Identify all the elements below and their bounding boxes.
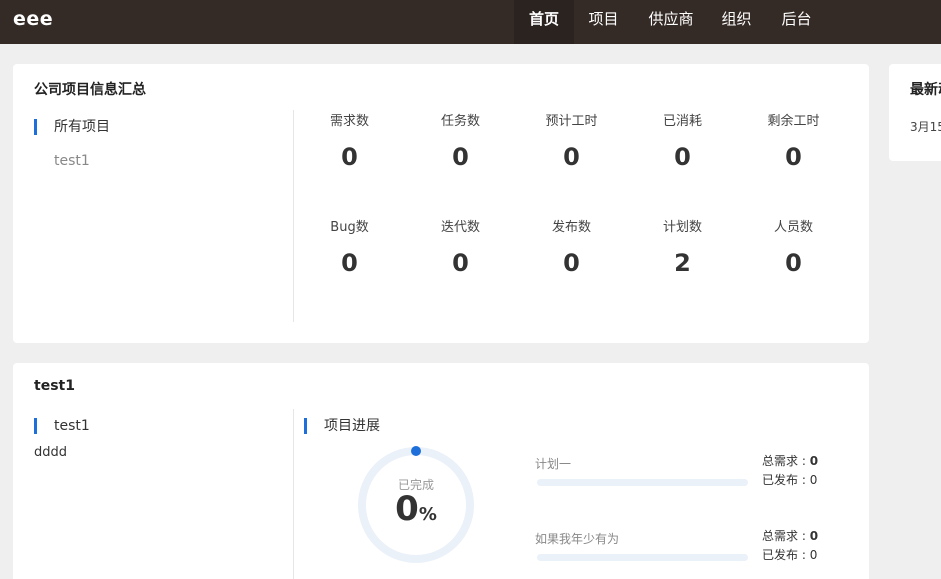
latest-activity-card: 最新动 3月15 <box>889 64 941 161</box>
project-card: test1 test1 dddd 项目进展 已完成 0% 计划一 总需求 : 0… <box>13 363 869 579</box>
stat-label: 需求数 <box>329 114 369 129</box>
stat-tasks: 任务数 0 <box>405 110 516 171</box>
stat-value: 2 <box>674 249 691 277</box>
stat-members: 人员数 0 <box>738 216 849 277</box>
stat-label: 已消耗 <box>662 114 702 129</box>
stat-value: 0 <box>809 548 818 562</box>
stat-label: 预计工时 <box>545 114 598 129</box>
plan-name[interactable]: 如果我年少有为 <box>535 530 619 547</box>
ring-progress-knob <box>411 446 421 456</box>
all-projects-heading: 所有项目 <box>34 119 110 135</box>
stat-value: 0 <box>809 529 819 543</box>
plan-released: 已发布 : 0 <box>762 546 817 563</box>
stat-value: 0 <box>674 143 691 171</box>
stat-value: 0 <box>563 143 580 171</box>
stat-label: 总需求 : <box>762 454 810 468</box>
progress-heading: 项目进展 <box>304 418 380 434</box>
plan-total-requirements: 总需求 : 0 <box>762 452 818 469</box>
stat-value: 0 <box>785 143 802 171</box>
stat-consumed: 已消耗 0 <box>627 110 738 171</box>
stat-label: Bug数 <box>330 220 369 235</box>
stat-value: 0 <box>341 143 358 171</box>
stat-plans: 计划数 2 <box>627 216 738 277</box>
stat-label: 人员数 <box>773 220 813 235</box>
nav-item-admin[interactable]: 后台 <box>764 0 829 44</box>
stat-value: 0 <box>563 249 580 277</box>
main-nav: 首页 项目 供应商 组织 后台 <box>514 0 829 44</box>
completion-value: 0% <box>356 489 476 529</box>
stat-label: 迭代数 <box>440 220 480 235</box>
stat-releases: 发布数 0 <box>516 216 627 277</box>
stat-label: 剩余工时 <box>767 114 820 129</box>
stat-value: 0 <box>809 473 818 487</box>
project-title[interactable]: test1 <box>34 378 75 394</box>
stat-requirements: 需求数 0 <box>294 110 405 171</box>
stat-label: 已发布 : <box>762 548 810 562</box>
plan-name[interactable]: 计划一 <box>535 455 571 472</box>
stat-value: 0 <box>785 249 802 277</box>
stat-label: 已发布 : <box>762 473 810 487</box>
nav-item-suppliers[interactable]: 供应商 <box>633 0 709 44</box>
summary-card: 公司项目信息汇总 所有项目 test1 需求数 0 任务数 0 预计工时 0 已… <box>13 64 869 343</box>
summary-title: 公司项目信息汇总 <box>34 82 146 98</box>
plan-total-requirements: 总需求 : 0 <box>762 527 818 544</box>
stat-remaining-hours: 剩余工时 0 <box>738 110 849 171</box>
top-navbar: eee 首页 项目 供应商 组织 后台 <box>0 0 941 44</box>
stat-estimated-hours: 预计工时 0 <box>516 110 627 171</box>
stat-value: 0 <box>341 249 358 277</box>
nav-item-projects[interactable]: 项目 <box>574 0 633 44</box>
plan-released: 已发布 : 0 <box>762 471 817 488</box>
activity-date: 3月15 <box>910 120 941 134</box>
nav-item-organization[interactable]: 组织 <box>709 0 764 44</box>
plan-progress-bar <box>537 479 748 486</box>
project-description: dddd <box>34 445 68 460</box>
plan-progress-bar <box>537 554 748 561</box>
stat-value: 0 <box>452 143 469 171</box>
stat-label: 计划数 <box>662 220 702 235</box>
stat-label: 总需求 : <box>762 529 810 543</box>
project-name-heading: test1 <box>34 418 90 434</box>
divider <box>293 409 294 579</box>
stat-label: 任务数 <box>440 114 480 129</box>
latest-activity-title: 最新动 <box>910 82 941 98</box>
stat-label: 发布数 <box>551 220 591 235</box>
stat-value: 0 <box>809 454 819 468</box>
project-link[interactable]: test1 <box>54 153 90 169</box>
stat-bugs: Bug数 0 <box>294 216 405 277</box>
brand-logo[interactable]: eee <box>13 8 53 30</box>
completion-unit: % <box>418 504 437 525</box>
completion-number: 0 <box>395 489 419 529</box>
stat-iterations: 迭代数 0 <box>405 216 516 277</box>
stat-value: 0 <box>452 249 469 277</box>
nav-item-home[interactable]: 首页 <box>514 0 574 44</box>
